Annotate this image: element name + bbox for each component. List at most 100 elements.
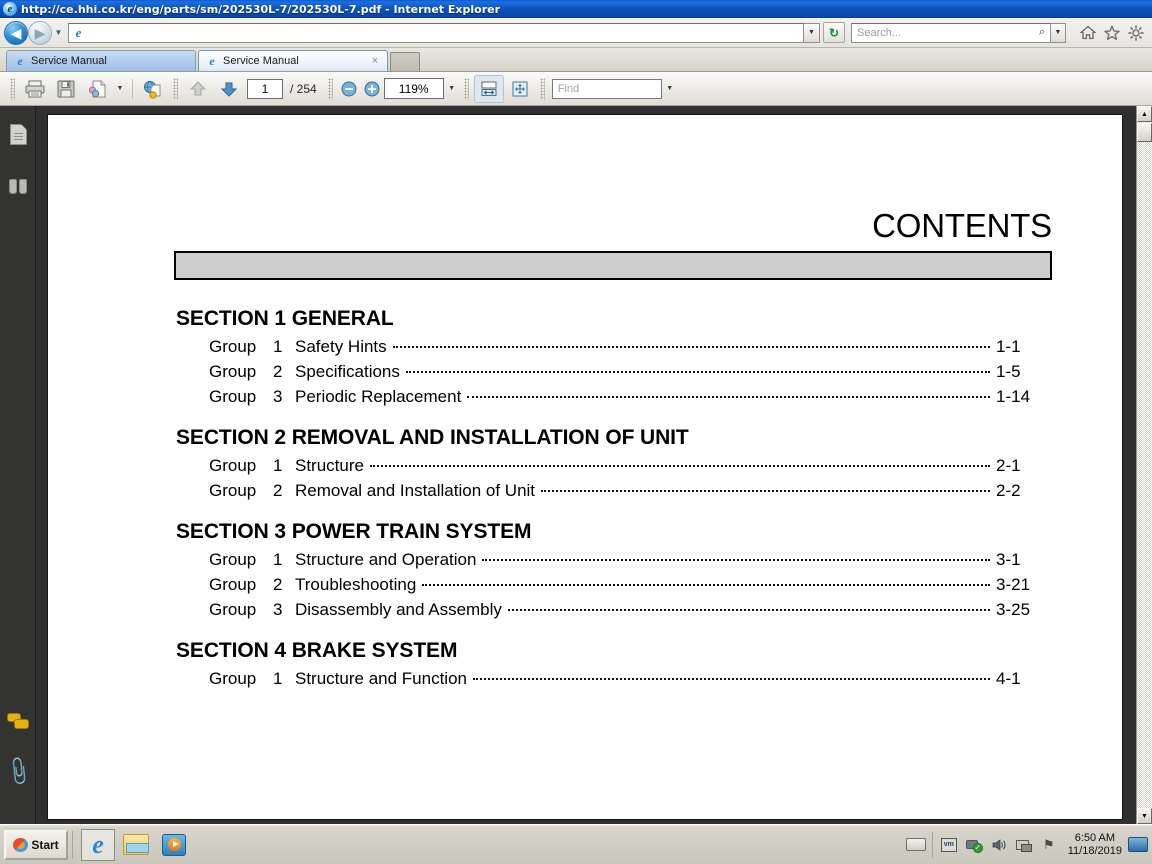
- comments-icon[interactable]: [0, 702, 36, 742]
- page-title: CONTENTS: [872, 207, 1052, 245]
- tab-service-manual-1[interactable]: e Service Manual: [6, 50, 196, 71]
- taskbar-media-player[interactable]: [157, 829, 191, 861]
- comment-bubbles-glyph: [7, 713, 29, 731]
- start-label: Start: [31, 838, 58, 852]
- settings-gear-icon[interactable]: [1124, 21, 1148, 45]
- zoom-level-input[interactable]: 119%: [384, 78, 444, 99]
- share-chevron-down-icon[interactable]: ▼: [113, 85, 127, 92]
- action-center-flag-icon[interactable]: ⚑: [1039, 835, 1059, 855]
- gear-glyph: [1128, 25, 1144, 41]
- find-input[interactable]: Find: [552, 79, 662, 99]
- new-tab-button[interactable]: [390, 52, 420, 71]
- taskbar-separator: [72, 831, 73, 859]
- leader-dots: [473, 678, 990, 680]
- toolbar-grip[interactable]: [173, 78, 178, 100]
- group-page: 1-1: [996, 337, 1052, 357]
- section-heading: SECTION 1 GENERAL: [176, 307, 1052, 331]
- toolbar-grip[interactable]: [540, 78, 545, 100]
- search-icon[interactable]: ⌕: [1034, 26, 1050, 39]
- home-icon[interactable]: [1076, 21, 1100, 45]
- group-page: 2-1: [996, 456, 1052, 476]
- forward-arrow-icon: ▶: [35, 26, 46, 40]
- leader-dots: [482, 559, 990, 561]
- share-button[interactable]: [82, 75, 112, 103]
- toc-entry[interactable]: Group 2 Troubleshooting 3-21: [176, 575, 1052, 595]
- leader-dots: [370, 465, 990, 467]
- network-glyph: [1016, 838, 1032, 852]
- fit-width-button[interactable]: [474, 75, 504, 103]
- vm-tools-icon[interactable]: vm: [939, 835, 959, 855]
- toolbar-grip[interactable]: [10, 78, 15, 100]
- open-in-browser-button[interactable]: [138, 75, 168, 103]
- print-button[interactable]: [20, 75, 50, 103]
- start-button[interactable]: Start: [4, 830, 68, 860]
- address-input[interactable]: e: [68, 23, 804, 43]
- pages-thumbnail-icon[interactable]: [0, 114, 36, 154]
- toc-entry[interactable]: Group 1 Structure and Function 4-1: [176, 669, 1052, 689]
- scroll-up-button[interactable]: ▲: [1137, 106, 1152, 122]
- group-title: Structure: [295, 456, 364, 476]
- command-icons: [1076, 21, 1148, 45]
- page-scroll-area[interactable]: CONTENTS SECTION 1 GENERAL Group 1 Safet…: [36, 106, 1136, 824]
- fit-page-button[interactable]: [505, 75, 535, 103]
- toolbar-grip[interactable]: [328, 78, 333, 100]
- toolbar-grip[interactable]: [464, 78, 469, 100]
- group-word: Group: [209, 575, 273, 595]
- address-dropdown-button[interactable]: ▼: [804, 23, 820, 43]
- vertical-scrollbar[interactable]: ▲ ▼: [1136, 106, 1152, 824]
- taskbar-windows-explorer[interactable]: [119, 829, 153, 861]
- tab-close-icon[interactable]: ×: [369, 55, 381, 67]
- pdf-toolbar: ▼ 1 / 254: [0, 72, 1152, 106]
- refresh-button[interactable]: ↻: [823, 22, 845, 43]
- pdf-page: CONTENTS SECTION 1 GENERAL Group 1 Safet…: [48, 115, 1122, 819]
- attachments-paperclip-icon[interactable]: 📎: [0, 752, 36, 792]
- network-icon[interactable]: [1014, 835, 1034, 855]
- toc-entry[interactable]: Group 3 Disassembly and Assembly 3-25: [176, 600, 1052, 620]
- toc-section: SECTION 3 POWER TRAIN SYSTEM Group 1 Str…: [176, 520, 1052, 620]
- taskbar-internet-explorer[interactable]: e: [81, 829, 115, 861]
- search-input[interactable]: Search... ⌕: [851, 23, 1051, 43]
- section-heading: SECTION 3 POWER TRAIN SYSTEM: [176, 520, 1052, 544]
- leader-dots: [393, 346, 990, 348]
- group-word: Group: [209, 387, 273, 407]
- find-chevron-down-icon[interactable]: ▼: [663, 85, 677, 92]
- search-binoculars-icon[interactable]: [0, 166, 36, 206]
- scrollbar-thumb[interactable]: [1137, 123, 1152, 142]
- zoom-in-button[interactable]: [361, 75, 383, 103]
- toc-entry[interactable]: Group 1 Structure and Operation 3-1: [176, 550, 1052, 570]
- group-number: 2: [273, 481, 295, 501]
- recent-pages-chevron-down-icon[interactable]: ▼: [52, 22, 65, 44]
- show-desktop-icon[interactable]: [1128, 837, 1148, 852]
- previous-page-button[interactable]: [183, 75, 213, 103]
- usb-devices-icon[interactable]: ✓: [964, 835, 984, 855]
- group-page: 3-21: [996, 575, 1052, 595]
- page-number-input[interactable]: 1: [247, 79, 283, 99]
- tab-favicon-icon: e: [205, 54, 219, 69]
- tab-service-manual-2[interactable]: e Service Manual ×: [198, 50, 388, 71]
- search-provider-dropdown[interactable]: ▼: [1051, 23, 1066, 43]
- forward-button[interactable]: ▶: [28, 21, 52, 45]
- scroll-down-button[interactable]: ▼: [1137, 808, 1152, 824]
- volume-speaker-icon[interactable]: [989, 835, 1009, 855]
- zoom-out-button[interactable]: [338, 75, 360, 103]
- clock[interactable]: 6:50 AM 11/18/2019: [1068, 832, 1122, 858]
- toc-entry[interactable]: Group 2 Removal and Installation of Unit…: [176, 481, 1052, 501]
- toc-entry[interactable]: Group 1 Structure 2-1: [176, 456, 1052, 476]
- save-button[interactable]: [51, 75, 81, 103]
- group-word: Group: [209, 550, 273, 570]
- fit-width-icon: [479, 79, 499, 99]
- zoom-chevron-down-icon[interactable]: ▼: [445, 85, 459, 92]
- keyboard-icon[interactable]: [906, 838, 926, 851]
- toc-entry[interactable]: Group 3 Periodic Replacement 1-14: [176, 387, 1052, 407]
- next-page-button[interactable]: [214, 75, 244, 103]
- star-glyph: [1104, 25, 1120, 41]
- taskbar: Start e vm ✓: [0, 824, 1152, 864]
- toc-entry[interactable]: Group 2 Specifications 1-5: [176, 362, 1052, 382]
- favorites-star-icon[interactable]: [1100, 21, 1124, 45]
- group-page: 3-1: [996, 550, 1052, 570]
- table-of-contents: SECTION 1 GENERAL Group 1 Safety Hints 1…: [176, 307, 1052, 708]
- arrow-up-icon: [188, 79, 208, 99]
- share-document-icon: [86, 79, 108, 99]
- toc-entry[interactable]: Group 1 Safety Hints 1-1: [176, 337, 1052, 357]
- back-button[interactable]: ◀: [4, 21, 28, 45]
